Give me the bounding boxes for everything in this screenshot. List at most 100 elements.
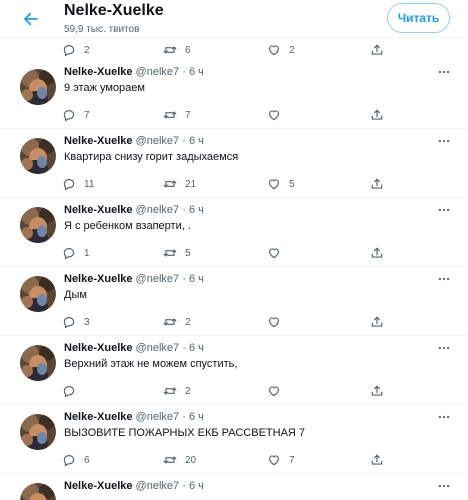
author-name[interactable]: Nelke-Xuelke xyxy=(64,135,132,147)
avatar[interactable] xyxy=(20,414,56,450)
like-button[interactable]: 5 xyxy=(267,174,295,194)
like-count: 2 xyxy=(289,44,295,56)
tweet[interactable]: Nelke-Xuelke @nelke7 · 6 ч Верхний этаж … xyxy=(0,337,468,405)
avatar[interactable] xyxy=(20,69,56,105)
reply-icon xyxy=(62,177,76,191)
tweet-time[interactable]: 6 ч xyxy=(189,135,204,147)
tweet[interactable]: Nelke-Xuelke @nelke7 · 6 ч xyxy=(0,475,468,500)
avatar[interactable] xyxy=(20,276,56,312)
tweet[interactable]: Nelke-Xuelke @nelke7 · 6 ч Я с ребенком … xyxy=(0,199,468,267)
more-button[interactable] xyxy=(434,271,454,287)
follow-button[interactable]: Читать xyxy=(387,3,450,33)
share-button[interactable] xyxy=(370,243,392,263)
author-handle[interactable]: @nelke7 xyxy=(136,342,180,354)
tweet-time[interactable]: 6 ч xyxy=(189,204,204,216)
retweet-button[interactable]: 2 xyxy=(163,312,191,332)
more-horizontal-icon xyxy=(437,410,451,424)
more-button[interactable] xyxy=(434,133,454,149)
tweet[interactable]: Nelke-Xuelke @nelke7 · 6 ч ВЫЗОВИТЕ ПОЖА… xyxy=(0,406,468,474)
share-button[interactable] xyxy=(370,450,392,470)
like-button[interactable] xyxy=(267,105,289,125)
reply-button[interactable]: 2 xyxy=(62,40,90,60)
reply-count: 3 xyxy=(84,316,90,328)
author-name[interactable]: Nelke-Xuelke xyxy=(64,342,132,354)
share-button[interactable] xyxy=(370,312,392,332)
more-button[interactable] xyxy=(434,409,454,425)
share-button[interactable] xyxy=(370,174,392,194)
avatar[interactable] xyxy=(20,345,56,381)
author-name[interactable]: Nelke-Xuelke xyxy=(64,411,132,423)
reply-button[interactable]: 1 xyxy=(62,243,90,263)
reply-button[interactable]: 11 xyxy=(62,174,94,194)
retweet-button[interactable]: 6 xyxy=(163,40,191,60)
author-name[interactable]: Nelke-Xuelke xyxy=(64,204,132,216)
tweet[interactable]: Nelke-Xuelke @nelke7 · 6 ч 9 этаж уморае… xyxy=(0,61,468,129)
partial-tweet-actions: 2 6 2 xyxy=(0,38,468,60)
author-name[interactable]: Nelke-Xuelke xyxy=(64,273,132,285)
retweet-icon xyxy=(163,315,177,329)
avatar[interactable] xyxy=(20,207,56,243)
retweet-count: 6 xyxy=(185,44,191,56)
back-button[interactable] xyxy=(16,6,46,32)
author-handle[interactable]: @nelke7 xyxy=(136,480,180,492)
profile-name: Nelke-Xuelke xyxy=(64,2,164,19)
tweet-time[interactable]: 6 ч xyxy=(189,342,204,354)
retweet-count: 20 xyxy=(185,454,197,466)
heart-icon xyxy=(267,246,281,260)
more-horizontal-icon xyxy=(437,134,451,148)
retweet-button[interactable]: 20 xyxy=(163,450,196,470)
retweet-count: 7 xyxy=(185,109,191,121)
author-handle[interactable]: @nelke7 xyxy=(136,135,180,147)
tweet-time[interactable]: 6 ч xyxy=(189,273,204,285)
avatar-image xyxy=(20,207,56,243)
more-button[interactable] xyxy=(434,202,454,218)
author-name[interactable]: Nelke-Xuelke xyxy=(64,66,132,78)
author-handle[interactable]: @nelke7 xyxy=(136,204,180,216)
retweet-button[interactable]: 21 xyxy=(163,174,196,194)
tweet-actions: 2 6 2 xyxy=(60,40,460,60)
tweet[interactable]: Nelke-Xuelke @nelke7 · 6 ч Дым 3 2 xyxy=(0,268,468,336)
more-button[interactable] xyxy=(434,64,454,80)
heart-icon xyxy=(267,384,281,398)
author-name[interactable]: Nelke-Xuelke xyxy=(64,480,132,492)
author-handle[interactable]: @nelke7 xyxy=(136,66,180,78)
heart-icon xyxy=(267,177,281,191)
more-horizontal-icon xyxy=(437,65,451,79)
like-button[interactable]: 7 xyxy=(267,450,295,470)
reply-button[interactable]: 6 xyxy=(62,450,90,470)
like-button[interactable]: 2 xyxy=(267,40,295,60)
more-horizontal-icon xyxy=(437,203,451,217)
more-button[interactable] xyxy=(434,340,454,356)
tweet-text: Верхний этаж не можем спустить, xyxy=(64,358,238,370)
tweet-time[interactable]: 6 ч xyxy=(189,66,204,78)
share-icon xyxy=(370,384,384,398)
heart-icon xyxy=(267,453,281,467)
reply-button[interactable]: 3 xyxy=(62,312,90,332)
avatar[interactable] xyxy=(20,138,56,174)
tweet-header: Nelke-Xuelke @nelke7 · 6 ч xyxy=(64,480,204,492)
share-icon xyxy=(370,453,384,467)
share-icon xyxy=(370,108,384,122)
like-button[interactable] xyxy=(267,312,289,332)
retweet-button[interactable]: 5 xyxy=(163,243,191,263)
more-button[interactable] xyxy=(434,478,454,494)
like-button[interactable] xyxy=(267,381,289,401)
tweet-time[interactable]: 6 ч xyxy=(189,480,204,492)
reply-count: 6 xyxy=(84,454,90,466)
tweet[interactable]: Nelke-Xuelke @nelke7 · 6 ч Квартира сниз… xyxy=(0,130,468,198)
share-button[interactable] xyxy=(370,105,392,125)
share-button[interactable] xyxy=(370,381,392,401)
retweet-button[interactable]: 2 xyxy=(163,381,191,401)
reply-button[interactable] xyxy=(62,381,84,401)
author-handle[interactable]: @nelke7 xyxy=(136,273,180,285)
avatar-image xyxy=(20,138,56,174)
reply-icon xyxy=(62,108,76,122)
reply-button[interactable]: 7 xyxy=(62,105,90,125)
more-horizontal-icon xyxy=(437,479,451,493)
author-handle[interactable]: @nelke7 xyxy=(136,411,180,423)
retweet-button[interactable]: 7 xyxy=(163,105,191,125)
avatar[interactable] xyxy=(20,483,56,500)
tweet-time[interactable]: 6 ч xyxy=(189,411,204,423)
like-button[interactable] xyxy=(267,243,289,263)
share-button[interactable] xyxy=(370,40,392,60)
